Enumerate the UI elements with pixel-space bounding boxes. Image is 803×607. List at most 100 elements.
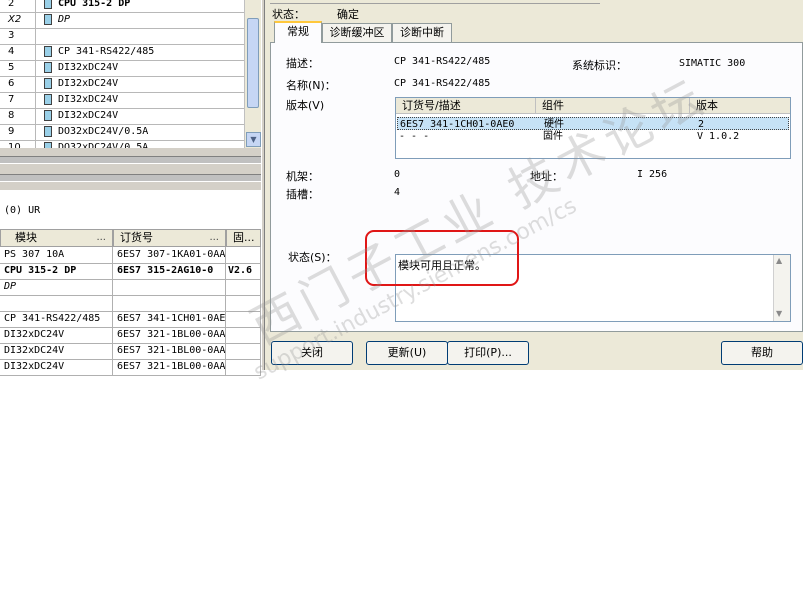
rack-slot-number: 4 <box>0 44 36 60</box>
list-row[interactable]: DI32xDC24V 6ES7 321-1BL00-0AA0 <box>0 343 261 360</box>
list-cell-fw <box>226 247 261 263</box>
module-icon <box>44 126 52 137</box>
rack-slot-number: 9 <box>0 124 36 140</box>
list-cell-fw <box>226 343 261 359</box>
version-row-order: - - - <box>399 131 430 142</box>
tab-1[interactable]: 诊断缓冲区 <box>322 23 392 42</box>
scroll-up-icon[interactable]: ▲ <box>776 256 782 265</box>
list-cell-fw: V2.6 <box>226 263 261 279</box>
rack-module-name: CPU 315-2 DP <box>40 0 244 12</box>
list-header-dots: ... <box>96 232 106 243</box>
name-value: CP 341-RS422/485 <box>394 78 491 89</box>
rack-module-name: DI32xDC24V <box>40 92 244 108</box>
update-button[interactable]: 更新(U) <box>366 341 448 365</box>
list-cell-fw <box>226 295 261 311</box>
list-cell-order: 6ES7 321-1BL00-0AA0 <box>113 343 226 359</box>
rack-value: 0 <box>394 169 401 180</box>
splitter-area <box>0 148 261 190</box>
description-value: CP 341-RS422/485 <box>394 56 491 67</box>
module-icon <box>44 14 52 25</box>
list-cell-fw <box>226 279 261 295</box>
rack-slot-number: 2 <box>0 0 36 12</box>
list-cell-module: PS 307 10A <box>0 247 113 263</box>
list-cell-order: 6ES7 315-2AG10-0 <box>113 263 226 279</box>
list-cell-order: 6ES7 341-1CH01-0AE0 <box>113 311 226 327</box>
list-cell-fw <box>226 359 261 375</box>
list-cell-module: CPU 315-2 DP <box>0 263 113 279</box>
print-button[interactable]: 打印(P)... <box>447 341 529 365</box>
list-row[interactable] <box>0 295 261 312</box>
list-cell-order <box>113 295 226 311</box>
description-label: 描述： <box>286 57 319 70</box>
rack-row[interactable]: 9 DO32xDC24V/0.5A <box>0 124 244 141</box>
address-value: I 256 <box>637 169 668 180</box>
list-header-2[interactable]: 固... <box>226 229 261 247</box>
name-label: 名称(N)： <box>286 79 336 92</box>
rack-module-label: DI32xDC24V <box>58 78 119 89</box>
rack-module-label: CPU 315-2 DP <box>58 0 131 9</box>
rack-row[interactable]: 7 DI32xDC24V <box>0 92 244 109</box>
version-table-header-component[interactable]: 组件 <box>536 98 690 114</box>
list-cell-order <box>113 279 226 295</box>
module-icon <box>44 0 52 9</box>
annotation-highlight <box>365 230 519 286</box>
version-table-header-version[interactable]: 版本 <box>690 98 790 114</box>
scroll-thumb[interactable] <box>247 18 259 108</box>
rack-module-name: CP 341-RS422/485 <box>40 44 244 60</box>
operating-status-label: 状态： <box>272 8 305 21</box>
tab-0[interactable]: 常规 <box>274 21 322 43</box>
help-button[interactable]: 帮助 <box>721 341 803 365</box>
status-label: 状态(S)： <box>288 251 337 264</box>
close-button[interactable]: 关闭 <box>271 341 353 365</box>
divider <box>0 156 261 164</box>
rack-module-name: DP <box>40 12 244 28</box>
list-cell-fw <box>226 327 261 343</box>
tab-2[interactable]: 诊断中断 <box>392 23 452 42</box>
list-header-dots: ... <box>209 232 219 243</box>
version-row-component: 固件 <box>543 131 563 142</box>
version-row[interactable]: - - - 固件 V 1.0.2 <box>397 130 789 143</box>
list-row[interactable]: PS 307 10A 6ES7 307-1KA01-0AA0 <box>0 247 261 264</box>
list-row[interactable]: DI32xDC24V 6ES7 321-1BL00-0AA0 <box>0 327 261 344</box>
rack-module-label: CP 341-RS422/485 <box>58 46 155 57</box>
list-header-label: 订货号 <box>120 231 153 244</box>
scroll-down-icon[interactable]: ▼ <box>246 132 261 147</box>
rack-slot-number: X2 <box>0 12 36 28</box>
rack-slot-number: 3 <box>0 28 36 44</box>
version-table-header-order[interactable]: 订货号/描述 <box>396 98 536 114</box>
rack-module-label: DI32xDC24V <box>58 110 119 121</box>
version-label: 版本(V) <box>286 99 325 112</box>
module-icon <box>44 46 52 57</box>
rack-module-label: DI32xDC24V <box>58 94 119 105</box>
list-cell-order: 6ES7 321-1BL00-0AA0 <box>113 359 226 375</box>
list-cell-order: 6ES7 307-1KA01-0AA0 <box>113 247 226 263</box>
rack-row[interactable]: 5 DI32xDC24V <box>0 60 244 77</box>
rack-slot-number: 6 <box>0 76 36 92</box>
list-header-label: 模块 <box>15 231 37 244</box>
list-row[interactable]: CP 341-RS422/485 6ES7 341-1CH01-0AE0 <box>0 311 261 328</box>
rack-row[interactable]: 3 <box>0 28 244 45</box>
module-icon <box>44 110 52 121</box>
version-row[interactable]: 6ES7 341-1CH01-0AE0 硬件 2 <box>397 117 789 130</box>
list-row[interactable]: DI32xDC24V 6ES7 321-1BL00-0AA0 <box>0 359 261 376</box>
rack-table: 2 CPU 315-2 DP X2 DP 3 4 CP 341-RS422/485 5 DI32… <box>0 0 261 149</box>
rack-row[interactable]: X2 DP <box>0 12 244 29</box>
list-row[interactable]: CPU 315-2 DP 6ES7 315-2AG10-0 V2.6 <box>0 263 261 280</box>
list-header-0[interactable]: 模块... <box>0 229 113 247</box>
scroll-down-icon[interactable]: ▼ <box>776 309 782 318</box>
rack-module-label: DI32xDC24V <box>58 62 119 73</box>
status-scrollbar[interactable]: ▲ ▼ <box>773 255 790 321</box>
rack-row[interactable]: 4 CP 341-RS422/485 <box>0 44 244 61</box>
list-cell-module: DI32xDC24V <box>0 359 113 375</box>
list-header-1[interactable]: 订货号... <box>113 229 226 247</box>
rack-row[interactable]: 6 DI32xDC24V <box>0 76 244 93</box>
rack-module-name: DO32xDC24V/0.5A <box>40 124 244 140</box>
module-icon <box>44 78 52 89</box>
rack-scrollbar[interactable]: ▼ <box>244 0 261 148</box>
list-row[interactable]: DP <box>0 279 261 296</box>
rack-slot-number: 8 <box>0 108 36 124</box>
divider <box>0 174 261 182</box>
system-id-value: SIMATIC 300 <box>679 58 746 69</box>
rack-row[interactable]: 8 DI32xDC24V <box>0 108 244 125</box>
module-icon <box>44 62 52 73</box>
